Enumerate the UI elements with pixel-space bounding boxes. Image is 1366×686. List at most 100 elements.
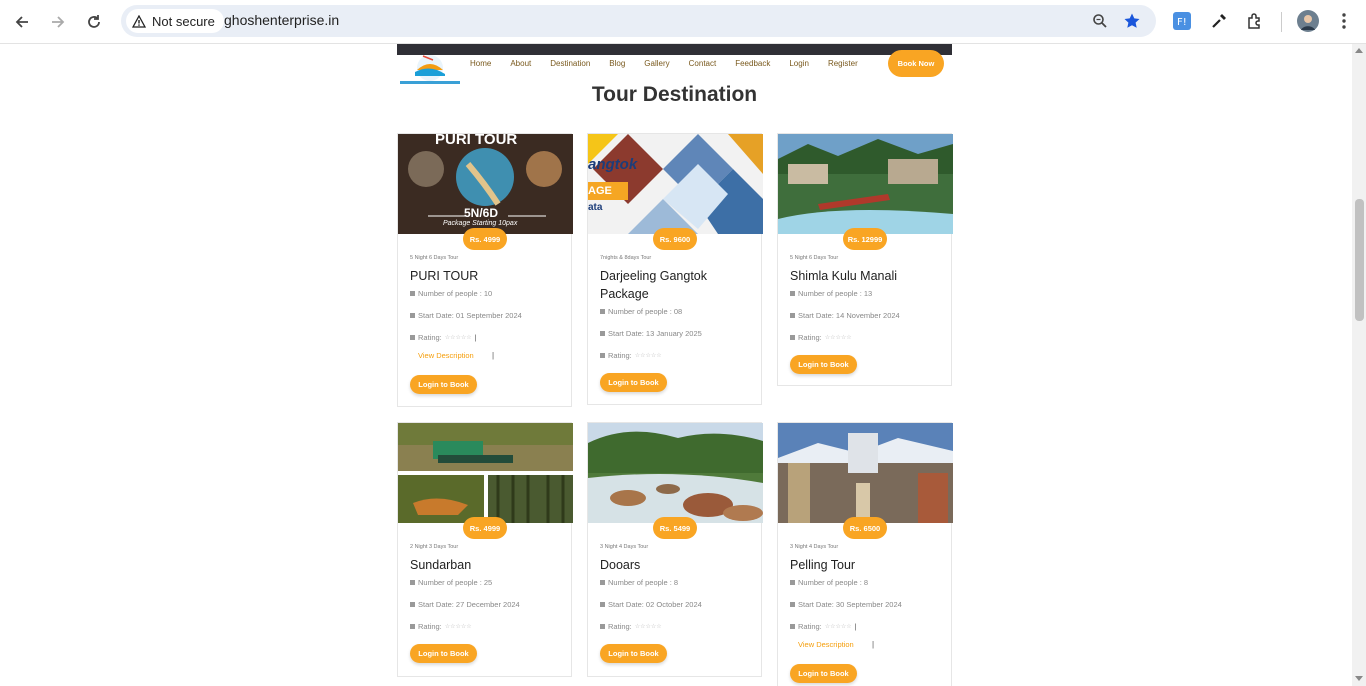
tour-duration: 5 Night 6 Days Tour [790, 255, 839, 261]
tour-title[interactable]: Darjeeling Gangtok Package [600, 267, 750, 303]
menu-contact[interactable]: Contact [689, 59, 717, 68]
book-now-button[interactable]: Book Now [888, 50, 944, 77]
back-icon[interactable] [9, 9, 35, 35]
bullet-icon [410, 624, 415, 629]
login-to-book-button[interactable]: Login to Book [410, 644, 477, 663]
rating: Rating: ☆☆☆☆☆ | [790, 622, 857, 631]
reload-icon[interactable] [81, 9, 107, 35]
bullet-icon [410, 335, 415, 340]
login-to-book-button[interactable]: Login to Book [790, 664, 857, 683]
tour-card-shimla: Rs. 12999 5 Night 6 Days Tour Shimla Kul… [777, 133, 953, 386]
bullet-icon [410, 602, 415, 607]
rating: Rating: ☆☆☆☆☆ [790, 333, 852, 342]
banner-title: PURI TOUR [435, 134, 518, 148]
tour-image-sundarban[interactable] [398, 423, 573, 523]
kebab-menu-icon[interactable] [1333, 10, 1355, 32]
rating: Rating: ☆☆☆☆☆ [600, 622, 662, 631]
page-scrollbar[interactable] [1352, 44, 1366, 686]
forward-icon[interactable] [45, 9, 71, 35]
bullet-icon [790, 624, 795, 629]
separator: | [872, 640, 875, 649]
menu-destination[interactable]: Destination [550, 59, 590, 68]
view-description-link[interactable]: View Description [798, 640, 854, 649]
people-count: Number of people : 25 [410, 578, 492, 587]
menu-gallery[interactable]: Gallery [644, 59, 669, 68]
tour-card-pelling: Rs. 6500 3 Night 4 Days Tour Pelling Tou… [777, 422, 953, 686]
bullet-icon [790, 602, 795, 607]
price-badge: Rs. 4999 [463, 228, 507, 250]
view-description-link[interactable]: View Description [418, 351, 474, 360]
tour-title[interactable]: Shimla Kulu Manali [790, 267, 940, 285]
bullet-icon [600, 309, 605, 314]
tour-card-puri: PURI TOUR 5N/6D Package Starting 10pax R… [397, 133, 573, 407]
scroll-down-icon[interactable] [1355, 676, 1363, 681]
site-menu: Home About Destination Blog Gallery Cont… [470, 59, 877, 68]
menu-about[interactable]: About [510, 59, 531, 68]
toolbar-divider [1281, 12, 1282, 32]
price-badge: Rs. 6500 [843, 517, 887, 539]
tour-image-puri[interactable]: PURI TOUR 5N/6D Package Starting 10pax [398, 134, 573, 234]
bullet-icon [600, 602, 605, 607]
login-to-book-button[interactable]: Login to Book [410, 375, 477, 394]
tour-duration: 2 Night 3 Days Tour [410, 544, 459, 550]
menu-feedback[interactable]: Feedback [735, 59, 770, 68]
tour-duration: 3 Night 4 Days Tour [790, 544, 839, 550]
price-badge: Rs. 4999 [463, 517, 507, 539]
start-date: Start Date: 01 September 2024 [410, 311, 522, 320]
tour-title[interactable]: Pelling Tour [790, 556, 940, 574]
tour-duration: 5 Night 6 Days Tour [410, 255, 459, 261]
people-count: Number of people : 8 [790, 578, 868, 587]
star-rating-icon: ☆☆☆☆☆ [634, 624, 662, 630]
start-date: Start Date: 14 November 2024 [790, 311, 900, 320]
url-text[interactable]: ghoshenterprise.in [224, 12, 339, 28]
tour-card-darjeeling: angtok AGE ata Rs. 9600 7nights & 8days … [587, 133, 763, 405]
zoom-icon[interactable] [1090, 11, 1110, 31]
address-bar[interactable]: Not secure ghoshenterprise.in [121, 5, 1156, 37]
bullet-icon [600, 580, 605, 585]
site-logo[interactable] [397, 48, 463, 86]
avatar[interactable] [1297, 10, 1319, 32]
tour-title[interactable]: Sundarban [410, 556, 560, 574]
bullet-icon [410, 291, 415, 296]
login-to-book-button[interactable]: Login to Book [600, 373, 667, 392]
scroll-up-icon[interactable] [1355, 48, 1363, 53]
svg-text:F!: F! [1177, 17, 1187, 28]
menu-login[interactable]: Login [789, 59, 809, 68]
bullet-icon [600, 331, 605, 336]
tour-image-pelling[interactable] [778, 423, 953, 523]
menu-home[interactable]: Home [470, 59, 491, 68]
price-badge: Rs. 9600 [653, 228, 697, 250]
extension-icon[interactable]: F! [1171, 10, 1193, 32]
banner-text: AGE [588, 185, 612, 197]
scroll-thumb[interactable] [1355, 199, 1364, 321]
tour-image-shimla[interactable] [778, 134, 953, 234]
puzzle-icon[interactable] [1244, 10, 1266, 32]
bullet-icon [790, 291, 795, 296]
security-label: Not secure [152, 13, 215, 29]
rating: Rating: ☆☆☆☆☆ | [410, 333, 477, 342]
login-to-book-button[interactable]: Login to Book [600, 644, 667, 663]
rating: Rating: ☆☆☆☆☆ [600, 351, 662, 360]
people-count: Number of people : 8 [600, 578, 678, 587]
tour-image-darjeeling[interactable]: angtok AGE ata [588, 134, 763, 234]
price-badge: Rs. 5499 [653, 517, 697, 539]
menu-blog[interactable]: Blog [609, 59, 625, 68]
security-chip[interactable]: Not secure [126, 9, 224, 33]
tour-duration: 7nights & 8days Tour [600, 255, 652, 261]
star-rating-icon: ☆☆☆☆☆ [634, 353, 662, 359]
bullet-icon [410, 313, 415, 318]
tour-image-dooars[interactable] [588, 423, 763, 523]
bullet-icon [790, 313, 795, 318]
login-to-book-button[interactable]: Login to Book [790, 355, 857, 374]
menu-register[interactable]: Register [828, 59, 858, 68]
start-date: Start Date: 27 December 2024 [410, 600, 520, 609]
star-icon[interactable] [1122, 11, 1142, 31]
header-band [397, 44, 952, 55]
eyedropper-icon[interactable] [1208, 10, 1230, 32]
people-count: Number of people : 10 [410, 289, 492, 298]
tour-title[interactable]: PURI TOUR [410, 267, 560, 285]
tour-title[interactable]: Dooars [600, 556, 750, 574]
people-count: Number of people : 08 [600, 307, 682, 316]
star-rating-icon: ☆☆☆☆☆ [444, 624, 472, 630]
bullet-icon [600, 353, 605, 358]
